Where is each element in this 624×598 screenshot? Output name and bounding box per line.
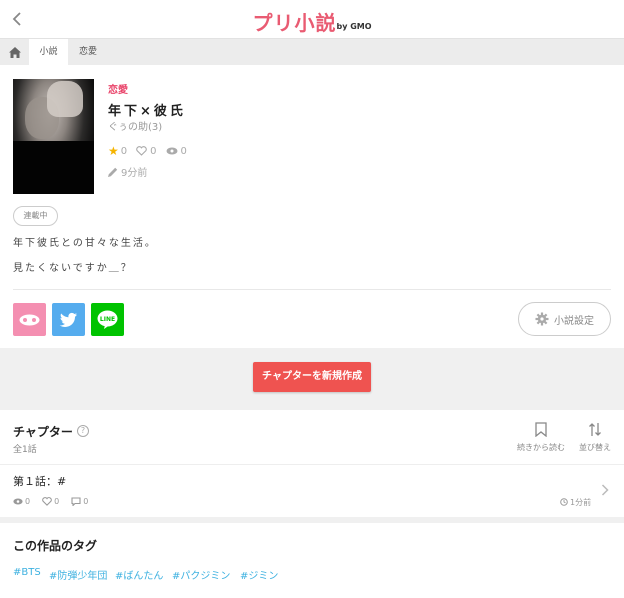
continue-reading-button[interactable]: 続きから読む [515,422,567,453]
clock-icon [560,498,568,506]
share-twitter-button[interactable] [52,303,85,336]
share-line-button[interactable]: LINE [91,303,124,336]
description-line-1: 年下彼氏との甘々な生活。 [13,238,157,249]
line-icon: LINE [97,310,118,329]
heart-icon [136,146,147,156]
chapter-time-text: 1分前 [570,498,592,507]
author-link[interactable]: ぐぅの助(3) [108,118,162,133]
chapter-title: 第１話：# [13,475,67,488]
chapter-stats: 0 0 0 [13,497,88,506]
cover-dark-shape [13,141,94,194]
prichan-icon [19,314,40,326]
novel-detail-card: 恋愛 年下×彼氏 ぐぅの助(3) ★ 0 0 0 9分前 連載中 年下彼氏との甘… [0,65,624,348]
chapter-count: 全1話 [13,445,37,455]
tags-heading: この作品のタグ [13,539,98,553]
chapters-heading: チャプター [13,425,73,439]
updated-text: 9分前 [121,168,148,179]
sort-label: 並び替え [579,443,611,452]
app-logo[interactable]: プリ小説by GMO [0,7,624,36]
star-count: 0 [120,145,128,157]
view-count: 0 [180,145,187,157]
tag-link[interactable]: #防弾少年団 [49,567,107,582]
chapter-like-count: 0 [54,497,60,506]
eye-icon [13,498,23,505]
like-count: 0 [150,145,157,157]
novel-title: 年下×彼氏 [108,104,186,119]
breadcrumb: 小説 恋愛 [0,39,624,65]
updated-time: 9分前 [108,164,147,179]
status-badge: 連載中 [13,206,58,226]
home-icon [8,46,21,58]
help-icon[interactable]: ? [77,425,89,437]
share-prichan-button[interactable] [13,303,46,336]
chapter-comment-count: 0 [83,497,89,506]
pencil-icon [108,167,118,177]
tag-link[interactable]: #パクジミン [172,567,230,582]
cover-hand-shape [47,81,83,117]
tag-link[interactable]: #ばんたん [115,567,163,582]
breadcrumb-item-novel[interactable]: 小説 [29,39,68,65]
logo-text: プリ小説 [252,11,337,35]
chevron-right-icon [601,481,609,500]
tags-section: この作品のタグ #BTS #防弾少年団 #ばんたん #パクジミン #ジミン [0,523,624,598]
divider [13,289,611,290]
gear-icon [535,312,549,326]
chapter-row[interactable]: 第１話：# 0 0 0 1分前 [0,465,624,517]
breadcrumb-item-romance[interactable]: 恋愛 [68,39,108,65]
app-header: プリ小説by GMO [0,0,624,39]
description-line-2: 見たくないですか＿？ [13,263,133,274]
continue-reading-label: 続きから読む [517,443,565,452]
star-icon: ★ [108,144,119,158]
tag-link[interactable]: #BTS [13,567,41,578]
sort-button[interactable]: 並び替え [577,422,613,453]
novel-stats: ★ 0 0 0 [108,144,187,158]
breadcrumb-home[interactable] [0,39,29,65]
chapter-view-count: 0 [25,497,31,506]
cover-image[interactable] [13,79,94,194]
chapters-section: チャプター ? 全1話 続きから読む 並び替え 第１話：# 0 0 0 1分前 [0,410,624,517]
heart-icon [42,497,52,506]
tag-link[interactable]: #ジミン [240,567,278,582]
chapter-updated: 1分前 [560,497,591,508]
twitter-icon [59,312,77,328]
comment-icon [71,497,81,506]
sort-icon [589,423,601,436]
bookmark-icon [535,422,547,437]
novel-settings-label: 小説設定 [554,315,594,327]
novel-settings-button[interactable]: 小説設定 [518,302,611,336]
new-chapter-button[interactable]: チャプターを新規作成 [253,362,371,392]
logo-sub: by GMO [336,22,372,31]
svg-text:LINE: LINE [100,316,115,323]
eye-icon [166,147,178,155]
genre-label[interactable]: 恋愛 [108,81,128,96]
